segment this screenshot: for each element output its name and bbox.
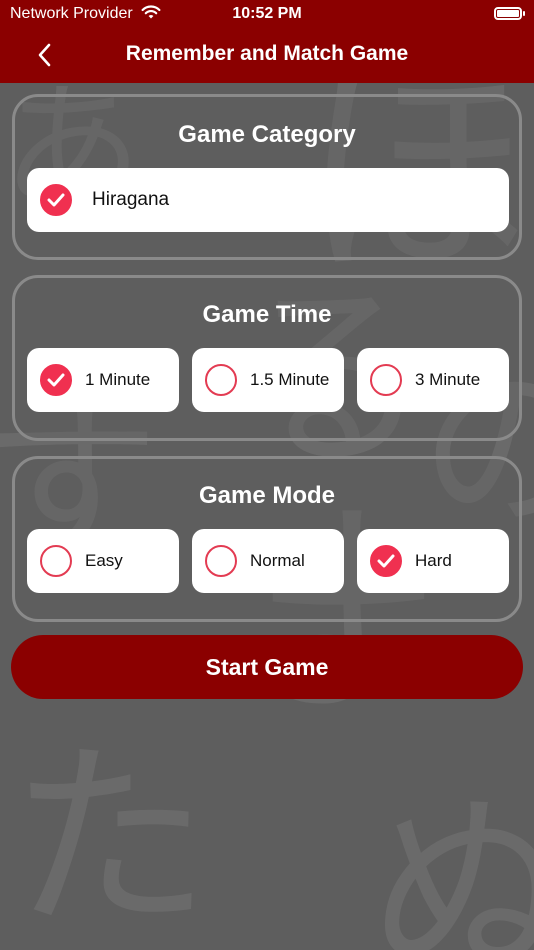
nav-bar: Remember and Match Game [0, 28, 534, 83]
option-3-minute[interactable]: 3 Minute [357, 348, 509, 412]
option-normal[interactable]: Normal [192, 529, 344, 593]
option-hiragana[interactable]: Hiragana [27, 168, 509, 232]
status-bar: Network Provider 10:52 PM [0, 0, 534, 28]
background-kana: ぬ [370, 773, 534, 950]
option-label: Hard [415, 551, 452, 570]
section-title: Game Mode [198, 482, 336, 509]
battery-icon [494, 7, 525, 20]
checkmark-icon [40, 364, 72, 396]
radio-unchecked-icon [40, 545, 72, 577]
option-hard[interactable]: Hard [357, 529, 509, 593]
option-1-minute[interactable]: 1 Minute [27, 348, 179, 412]
option-label: 3 Minute [415, 370, 481, 389]
option-label: 1 Minute [85, 370, 151, 389]
page-title: Remember and Match Game [125, 42, 409, 65]
option-1-5-minute[interactable]: 1.5 Minute [192, 348, 344, 412]
game-mode-section: Game Mode Easy Normal Hard [12, 456, 522, 622]
option-label: 1.5 Minute [250, 370, 330, 389]
radio-unchecked-icon [370, 364, 402, 396]
option-label: Hiragana [92, 189, 170, 210]
checkmark-icon [370, 545, 402, 577]
radio-unchecked-icon [205, 545, 237, 577]
start-game-button[interactable]: Start Game [11, 635, 523, 699]
game-category-section: Game Category Hiragana [12, 94, 522, 260]
background-kana: た [10, 723, 211, 950]
section-title: Game Time [202, 301, 332, 328]
section-title: Game Category [178, 121, 356, 148]
game-time-section: Game Time 1 Minute 1.5 Minute 3 Minute [12, 275, 522, 441]
status-time: 10:52 PM [232, 5, 302, 22]
option-label: Normal [250, 551, 305, 570]
radio-unchecked-icon [205, 364, 237, 396]
option-easy[interactable]: Easy [27, 529, 179, 593]
option-label: Easy [85, 551, 123, 570]
checkmark-icon [40, 184, 72, 216]
